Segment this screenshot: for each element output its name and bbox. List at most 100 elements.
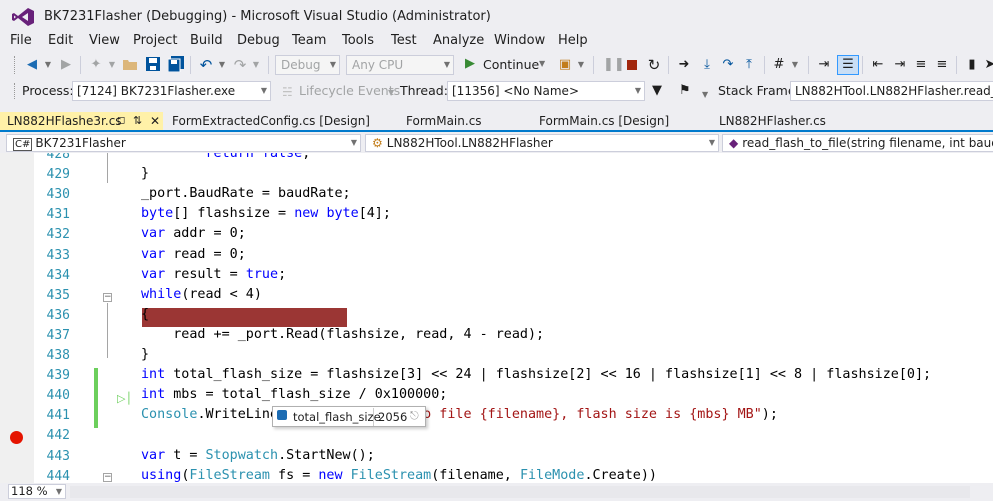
type-combo[interactable]: ⚙ LN882HTool.LN882HFlasher ▼ bbox=[365, 134, 719, 152]
tab-ln882hflasher-cs[interactable]: LN882HFlasher.cs bbox=[712, 112, 826, 130]
horizontal-scrollbar[interactable] bbox=[70, 486, 970, 498]
zoom-combo[interactable]: 118 % ▼ bbox=[8, 484, 66, 499]
code-token: byte bbox=[141, 206, 174, 222]
forward-icon[interactable]: ▶ bbox=[58, 57, 74, 73]
flag-dropdown-icon[interactable]: ▼ bbox=[702, 90, 708, 99]
collapse-icon[interactable]: − bbox=[103, 473, 112, 482]
tab-label: LN882HFlashe3r.cs bbox=[7, 114, 122, 128]
hex-dropdown-icon[interactable]: ▼ bbox=[787, 57, 803, 73]
close-icon[interactable]: ✕ bbox=[150, 112, 160, 130]
chevron-down-icon[interactable]: ▼ bbox=[388, 88, 394, 97]
menu-window[interactable]: Window bbox=[494, 33, 545, 48]
tab-formextractedconfig-design[interactable]: FormExtractedConfig.cs [Design] bbox=[165, 112, 370, 130]
menu-team[interactable]: Team bbox=[292, 33, 326, 48]
undo-dropdown-icon[interactable]: ▼ bbox=[214, 57, 230, 73]
redo-dropdown-icon[interactable]: ▼ bbox=[248, 57, 264, 73]
code-editor[interactable]: ▷│ − − 428 return false; 429} 430 _port.Bau… bbox=[0, 153, 993, 483]
code-line[interactable]: int packetsize = 512 + 2; bbox=[141, 427, 343, 442]
comment-icon[interactable]: ≡ bbox=[913, 57, 929, 73]
code-line[interactable]: var addr = 0; bbox=[141, 226, 246, 241]
code-line[interactable]: using(FileStream fs = new FileStream(fil… bbox=[141, 468, 657, 483]
continue-button[interactable]: ▶ Continue ▼ bbox=[462, 55, 550, 75]
redo-icon[interactable]: ↷ bbox=[232, 57, 248, 73]
outdent-icon[interactable]: ⇤ bbox=[870, 57, 886, 73]
tab-ln882hflashe3r[interactable]: LN882HFlashe3r.cs ◻ ⇅ ✕ bbox=[0, 112, 163, 130]
code-token: var bbox=[141, 246, 166, 262]
project-combo[interactable]: C# BK7231Flasher ▼ bbox=[6, 134, 361, 152]
step-over-icon[interactable]: ↷ bbox=[720, 57, 736, 73]
member-combo[interactable]: ◆ read_flash_to_file(string filename, int… bbox=[722, 134, 993, 152]
code-line[interactable]: var t = Stopwatch.StartNew(); bbox=[141, 448, 375, 463]
menu-test[interactable]: Test bbox=[391, 33, 417, 48]
next-bookmark-icon[interactable]: ➤ bbox=[982, 57, 993, 73]
save-all-icon[interactable] bbox=[168, 56, 184, 72]
stop-debugging-icon[interactable] bbox=[627, 60, 637, 70]
pin-icon[interactable]: ◻ bbox=[117, 112, 125, 130]
solution-platform-combo[interactable]: Any CPU ▼ bbox=[346, 55, 454, 75]
code-line[interactable]: return false; bbox=[141, 153, 311, 161]
code-line[interactable]: } bbox=[141, 166, 149, 181]
show-next-statement-icon[interactable]: ➜ bbox=[676, 57, 692, 73]
code-line[interactable]: byte[] flashsize = new byte[4]; bbox=[141, 206, 391, 221]
code-line[interactable]: while(read < 4) bbox=[141, 287, 262, 302]
bookmark-icon[interactable]: ▮ bbox=[964, 57, 980, 73]
keep-tab-icon[interactable]: ⇅ bbox=[133, 112, 142, 130]
menu-help[interactable]: Help bbox=[558, 33, 588, 48]
tab-formmain-design[interactable]: FormMain.cs [Design] bbox=[532, 112, 669, 130]
code-line[interactable]: int total_flash_size = flashsize[3] << 2… bbox=[141, 367, 931, 382]
menu-view[interactable]: View bbox=[89, 33, 120, 48]
code-token: return false bbox=[205, 153, 303, 161]
restart-icon[interactable]: ↻ bbox=[646, 57, 662, 73]
datatip-value[interactable]: 2056 bbox=[378, 410, 407, 424]
code-line[interactable]: _port.BaudRate = baudRate; bbox=[141, 186, 351, 201]
break-all-icon[interactable]: ❚❚ bbox=[603, 57, 625, 73]
breakpoint-icon[interactable] bbox=[10, 431, 23, 444]
lifecycle-events-dropdown[interactable]: Lifecycle Events bbox=[299, 83, 400, 98]
open-folder-icon[interactable] bbox=[122, 57, 138, 71]
save-icon[interactable] bbox=[146, 57, 160, 71]
toggle-bookmark-icon[interactable]: ⇥ bbox=[816, 57, 832, 73]
pin-icon[interactable]: ⎋ bbox=[410, 409, 419, 423]
menu-build[interactable]: Build bbox=[190, 33, 223, 48]
toolbar-separator bbox=[190, 56, 191, 74]
attach-dropdown-icon[interactable]: ▼ bbox=[573, 57, 589, 73]
code-line[interactable]: } bbox=[141, 347, 149, 362]
menu-debug[interactable]: Debug bbox=[237, 33, 280, 48]
code-line[interactable]: var read = 0; bbox=[141, 247, 246, 262]
menu-file[interactable]: File bbox=[10, 33, 32, 48]
code-line[interactable]: var result = true; bbox=[141, 267, 286, 282]
hex-display-icon[interactable]: # bbox=[771, 57, 787, 73]
tab-formmain-cs[interactable]: FormMain.cs bbox=[399, 112, 482, 130]
back-icon[interactable]: ◀ bbox=[24, 57, 40, 73]
collapse-icon[interactable]: − bbox=[103, 293, 112, 302]
process-combo[interactable]: [7124] BK7231Flasher.exe ▼ bbox=[72, 81, 271, 101]
solution-configuration-combo[interactable]: Debug ▼ bbox=[275, 55, 340, 75]
menu-tools[interactable]: Tools bbox=[342, 33, 374, 48]
code-line[interactable]: { bbox=[141, 307, 149, 322]
menu-analyze[interactable]: Analyze bbox=[433, 33, 484, 48]
new-dropdown-icon[interactable]: ▼ bbox=[104, 57, 120, 73]
flag-threads-icon[interactable]: ⚑ bbox=[679, 83, 691, 98]
back-dropdown-icon[interactable]: ▼ bbox=[40, 57, 56, 73]
run-to-click-icon[interactable]: ▷│ bbox=[117, 392, 132, 405]
undo-icon[interactable]: ↶ bbox=[198, 57, 214, 73]
attach-process-icon[interactable]: ▣ bbox=[557, 57, 573, 73]
debug-datatip[interactable]: total_flash_size 2056 ⎋ bbox=[272, 406, 426, 427]
code-line[interactable]: read += _port.Read(flashsize, read, 4 - … bbox=[141, 327, 544, 342]
step-into-icon[interactable]: ⤓ bbox=[699, 57, 715, 73]
uncomment-icon[interactable]: ≡ bbox=[934, 57, 950, 73]
menu-project[interactable]: Project bbox=[133, 33, 177, 48]
stack-frame-combo[interactable]: LN882HTool.LN882HFlasher.read_flas bbox=[790, 81, 993, 101]
code-token: FileStream bbox=[189, 467, 270, 483]
toolbar-grip[interactable] bbox=[14, 56, 18, 74]
indent-icon[interactable]: ⇥ bbox=[892, 57, 908, 73]
filter-icon[interactable]: ▼ bbox=[652, 83, 662, 98]
new-project-icon[interactable]: ✦ bbox=[88, 57, 104, 73]
step-out-icon[interactable]: ⤒ bbox=[741, 57, 757, 73]
code-line[interactable]: int mbs = total_flash_size / 0x100000; bbox=[141, 387, 447, 402]
menu-edit[interactable]: Edit bbox=[48, 33, 73, 48]
thread-combo[interactable]: [11356] <No Name> ▼ bbox=[447, 81, 645, 101]
code-line[interactable]: Console.WriteLine($"Reading flash to fil… bbox=[141, 407, 778, 422]
toolbar-grip[interactable] bbox=[14, 83, 18, 99]
